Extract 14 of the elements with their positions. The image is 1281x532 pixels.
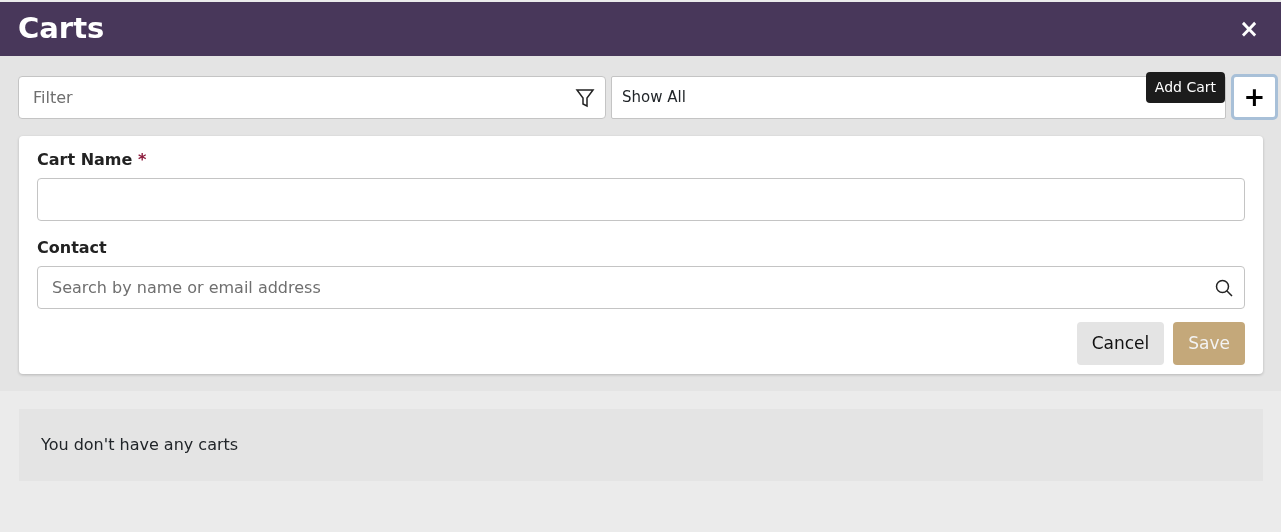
window-title: Carts: [18, 10, 105, 48]
field-label: Cart Name: [37, 150, 133, 169]
empty-message: You don't have any carts: [19, 409, 1263, 481]
add-button[interactable]: +: [1231, 74, 1278, 120]
input-field[interactable]: [37, 178, 1245, 221]
cancel-button[interactable]: Cancel: [1076, 322, 1165, 365]
tooltip: Add Cart: [1145, 72, 1225, 103]
close-button[interactable]: ×: [1234, 17, 1263, 41]
search-field[interactable]: Search by name or email address: [37, 266, 1245, 309]
filter-icon: [575, 87, 595, 108]
filter-field[interactable]: Filter: [18, 75, 606, 119]
field-label: Contact: [37, 237, 108, 259]
required-mark: *: [137, 150, 147, 169]
search-icon: [1214, 278, 1234, 298]
